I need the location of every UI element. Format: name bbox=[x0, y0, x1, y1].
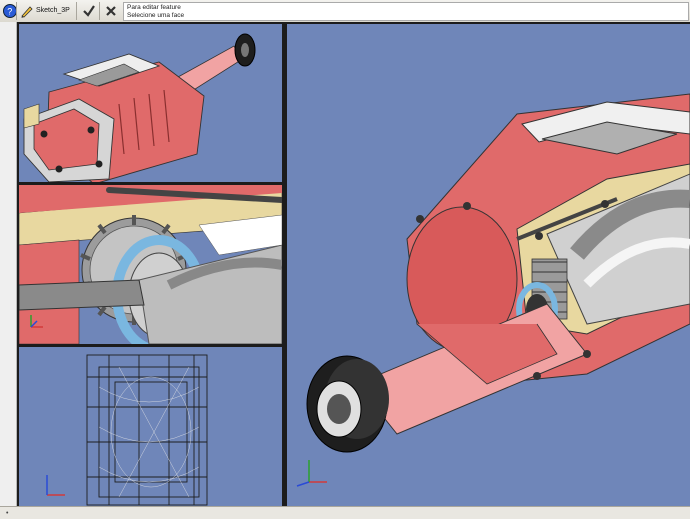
viewport-main[interactable] bbox=[287, 24, 690, 506]
check-icon[interactable] bbox=[81, 3, 97, 19]
sketch-label: Sketch_3P bbox=[36, 7, 70, 14]
viewport-bottom-left[interactable] bbox=[19, 347, 282, 506]
message-box: Para editar feature Selecione uma face bbox=[123, 2, 689, 21]
cancel-icon[interactable] bbox=[103, 3, 119, 19]
viewport-top-left[interactable] bbox=[19, 24, 282, 182]
message-line-2: Selecione uma face bbox=[127, 12, 185, 19]
supercharger-model-view-1 bbox=[23, 33, 256, 182]
axis-triad bbox=[46, 475, 65, 496]
toolbar-separator bbox=[99, 2, 100, 20]
top-toolbar: ? Sketch_3P Para editar feature Selecion… bbox=[0, 0, 690, 23]
axis-triad bbox=[30, 315, 43, 328]
sketch-button[interactable]: Sketch_3P bbox=[18, 2, 74, 20]
toolbar-separator bbox=[16, 2, 17, 20]
gear-section-view bbox=[19, 185, 282, 344]
status-indicator: • bbox=[6, 510, 9, 517]
left-panel-strip bbox=[0, 22, 17, 508]
status-bar: • bbox=[0, 506, 690, 519]
message-line-1: Para editar feature bbox=[127, 4, 181, 11]
svg-text:?: ? bbox=[7, 7, 12, 17]
sketch-icon bbox=[21, 6, 33, 18]
viewport-middle-left[interactable] bbox=[19, 185, 282, 344]
axis-triad bbox=[296, 460, 327, 487]
supercharger-main-view bbox=[306, 93, 690, 453]
toolbar-separator bbox=[76, 2, 77, 20]
